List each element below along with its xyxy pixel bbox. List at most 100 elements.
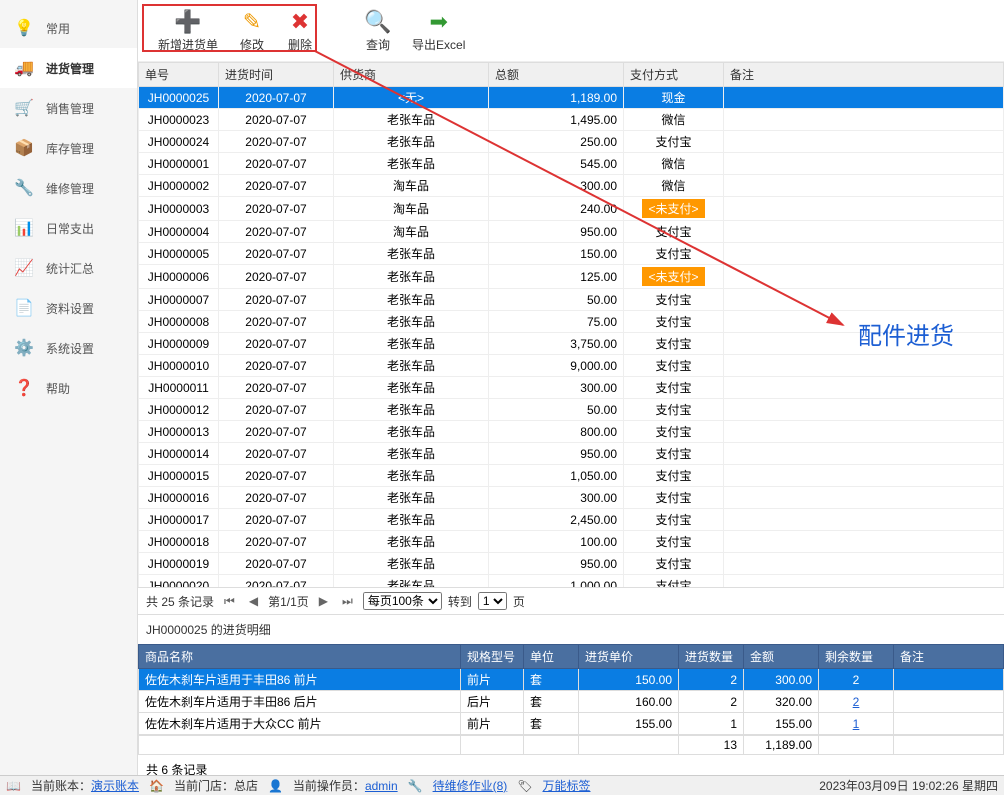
col-header[interactable]: 支付方式 xyxy=(624,63,724,87)
detail-title: JH0000025 的进货明细 xyxy=(138,615,1004,644)
detail-col-header[interactable]: 进货单价 xyxy=(579,645,679,669)
sidebar-item-sales-icon: 🛒 xyxy=(12,98,36,118)
status-datetime: 2023年03月09日 19:02:26 星期四 xyxy=(819,777,998,794)
table-row[interactable]: JH00000162020-07-07老张车品300.00支付宝 xyxy=(139,487,1004,509)
query-button[interactable]: 🔍 查询 xyxy=(354,6,402,55)
sidebar-item-data[interactable]: 📄资料设置 xyxy=(0,288,137,328)
sidebar-item-purchase-icon: 🚚 xyxy=(12,58,36,78)
delete-label: 删除 xyxy=(288,36,312,53)
sidebar-item-sales[interactable]: 🛒销售管理 xyxy=(0,88,137,128)
pager-page-suffix: 页 xyxy=(513,593,525,610)
add-label: 新增进货单 xyxy=(158,36,218,53)
col-header[interactable]: 单号 xyxy=(139,63,219,87)
detail-col-header[interactable]: 备注 xyxy=(894,645,1004,669)
status-pending-repair[interactable]: 待维修作业(8) xyxy=(433,777,508,794)
pager-page: 第1/1页 xyxy=(268,593,309,610)
table-row[interactable]: JH00000022020-07-07淘车品300.00微信 xyxy=(139,175,1004,197)
col-header[interactable]: 进货时间 xyxy=(219,63,334,87)
export-button[interactable]: ➡ 导出Excel xyxy=(402,6,475,55)
col-header[interactable]: 备注 xyxy=(724,63,1004,87)
sidebar-item-stats[interactable]: 📈统计汇总 xyxy=(0,248,137,288)
sidebar-item-inventory[interactable]: 📦库存管理 xyxy=(0,128,137,168)
sidebar-item-common-icon: 💡 xyxy=(12,18,36,38)
sidebar-item-repair[interactable]: 🔧维修管理 xyxy=(0,168,137,208)
table-row[interactable]: JH00000252020-07-07<无>1,189.00现金 xyxy=(139,87,1004,109)
detail-row[interactable]: 佐佐木刹车片适用于丰田86 后片后片套160.002320.002 xyxy=(139,691,1004,713)
goto-select[interactable]: 1 xyxy=(478,592,507,610)
table-row[interactable]: JH00000052020-07-07老张车品150.00支付宝 xyxy=(139,243,1004,265)
add-button[interactable]: ➕ 新增进货单 xyxy=(148,6,228,55)
add-icon: ➕ xyxy=(174,8,202,36)
table-row[interactable]: JH00000082020-07-07老张车品75.00支付宝 xyxy=(139,311,1004,333)
table-row[interactable]: JH00000182020-07-07老张车品100.00支付宝 xyxy=(139,531,1004,553)
table-row[interactable]: JH00000112020-07-07老张车品300.00支付宝 xyxy=(139,377,1004,399)
status-store-icon: 🏠 xyxy=(149,779,164,793)
edit-label: 修改 xyxy=(240,36,264,53)
last-page-button[interactable]: ⏭ xyxy=(338,594,357,609)
status-operator[interactable]: admin xyxy=(365,779,398,793)
status-tag-icon: 🏷 xyxy=(517,779,532,793)
prev-page-button[interactable]: ◀ xyxy=(245,594,262,608)
detail-total-qty: 13 xyxy=(679,736,744,755)
col-header[interactable]: 供货商 xyxy=(334,63,489,87)
detail-table: 商品名称规格型号单位进货单价进货数量金额剩余数量备注 佐佐木刹车片适用于丰田86… xyxy=(138,644,1004,735)
export-icon: ➡ xyxy=(425,8,453,36)
status-account[interactable]: 演示账本 xyxy=(91,779,139,793)
table-row[interactable]: JH00000122020-07-07老张车品50.00支付宝 xyxy=(139,399,1004,421)
status-store: 总店 xyxy=(234,779,258,793)
detail-col-header[interactable]: 规格型号 xyxy=(461,645,524,669)
table-row[interactable]: JH00000042020-07-07淘车品950.00支付宝 xyxy=(139,221,1004,243)
table-row[interactable]: JH00000152020-07-07老张车品1,050.00支付宝 xyxy=(139,465,1004,487)
main-panel: ➕ 新增进货单 ✎ 修改 ✖ 删除 🔍 查询 ➡ 导出Excel xyxy=(138,0,1004,775)
table-row[interactable]: JH00000072020-07-07老张车品50.00支付宝 xyxy=(139,289,1004,311)
main-table-wrap[interactable]: 单号进货时间供货商总额支付方式备注 JH00000252020-07-07<无>… xyxy=(138,62,1004,587)
pagesize-select[interactable]: 每页100条 xyxy=(363,592,442,610)
detail-col-header[interactable]: 单位 xyxy=(524,645,579,669)
sidebar-item-help[interactable]: ❓帮助 xyxy=(0,368,137,408)
detail-col-header[interactable]: 剩余数量 xyxy=(819,645,894,669)
col-header[interactable]: 总额 xyxy=(489,63,624,87)
table-row[interactable]: JH00000142020-07-07老张车品950.00支付宝 xyxy=(139,443,1004,465)
sidebar-item-purchase[interactable]: 🚚进货管理 xyxy=(0,48,137,88)
table-row[interactable]: JH00000242020-07-07老张车品250.00支付宝 xyxy=(139,131,1004,153)
detail-col-header[interactable]: 金额 xyxy=(744,645,819,669)
status-repair-icon: 🔧 xyxy=(408,779,423,793)
table-row[interactable]: JH00000092020-07-07老张车品3,750.00支付宝 xyxy=(139,333,1004,355)
table-row[interactable]: JH00000232020-07-07老张车品1,495.00微信 xyxy=(139,109,1004,131)
table-row[interactable]: JH00000172020-07-07老张车品2,450.00支付宝 xyxy=(139,509,1004,531)
table-row[interactable]: JH00000132020-07-07老张车品800.00支付宝 xyxy=(139,421,1004,443)
sidebar: 💡常用🚚进货管理🛒销售管理📦库存管理🔧维修管理📊日常支出📈统计汇总📄资料设置⚙️… xyxy=(0,0,138,775)
table-row[interactable]: JH00000012020-07-07老张车品545.00微信 xyxy=(139,153,1004,175)
purchase-table: 单号进货时间供货商总额支付方式备注 JH00000252020-07-07<无>… xyxy=(138,62,1004,587)
status-user-icon: 👤 xyxy=(268,779,283,793)
edit-icon: ✎ xyxy=(238,8,266,36)
next-page-button[interactable]: ▶ xyxy=(315,594,332,608)
pager: 共 25 条记录 ⏮ ◀ 第1/1页 ▶ ⏭ 每页100条 转到 1 页 xyxy=(138,587,1004,615)
sidebar-item-inventory-icon: 📦 xyxy=(12,138,36,158)
detail-footer: 共 6 条记录 xyxy=(138,755,1004,775)
table-row[interactable]: JH00000062020-07-07老张车品125.00<未支付> xyxy=(139,265,1004,289)
table-row[interactable]: JH00000202020-07-07老张车品1,000.00支付宝 xyxy=(139,575,1004,588)
sidebar-item-system[interactable]: ⚙️系统设置 xyxy=(0,328,137,368)
detail-col-header[interactable]: 商品名称 xyxy=(139,645,461,669)
sidebar-item-data-icon: 📄 xyxy=(12,298,36,318)
sidebar-item-help-icon: ❓ xyxy=(12,378,36,398)
status-tags[interactable]: 万能标签 xyxy=(542,777,590,794)
toolbar: ➕ 新增进货单 ✎ 修改 ✖ 删除 🔍 查询 ➡ 导出Excel xyxy=(138,0,1004,62)
detail-col-header[interactable]: 进货数量 xyxy=(679,645,744,669)
sidebar-item-repair-icon: 🔧 xyxy=(12,178,36,198)
table-row[interactable]: JH00000102020-07-07老张车品9,000.00支付宝 xyxy=(139,355,1004,377)
detail-table-wrap[interactable]: 商品名称规格型号单位进货单价进货数量金额剩余数量备注 佐佐木刹车片适用于丰田86… xyxy=(138,644,1004,735)
sidebar-item-common[interactable]: 💡常用 xyxy=(0,8,137,48)
table-row[interactable]: JH00000032020-07-07淘车品240.00<未支付> xyxy=(139,197,1004,221)
detail-row[interactable]: 佐佐木刹车片适用于大众CC 前片前片套155.001155.001 xyxy=(139,713,1004,735)
first-page-button[interactable]: ⏮ xyxy=(220,594,239,609)
table-row[interactable]: JH00000192020-07-07老张车品950.00支付宝 xyxy=(139,553,1004,575)
query-label: 查询 xyxy=(366,36,390,53)
status-account-icon: 📖 xyxy=(6,779,21,793)
delete-button[interactable]: ✖ 删除 xyxy=(276,6,324,55)
sidebar-item-stats-icon: 📈 xyxy=(12,258,36,278)
sidebar-item-expense[interactable]: 📊日常支出 xyxy=(0,208,137,248)
detail-row[interactable]: 佐佐木刹车片适用于丰田86 前片前片套150.002300.002 xyxy=(139,669,1004,691)
edit-button[interactable]: ✎ 修改 xyxy=(228,6,276,55)
